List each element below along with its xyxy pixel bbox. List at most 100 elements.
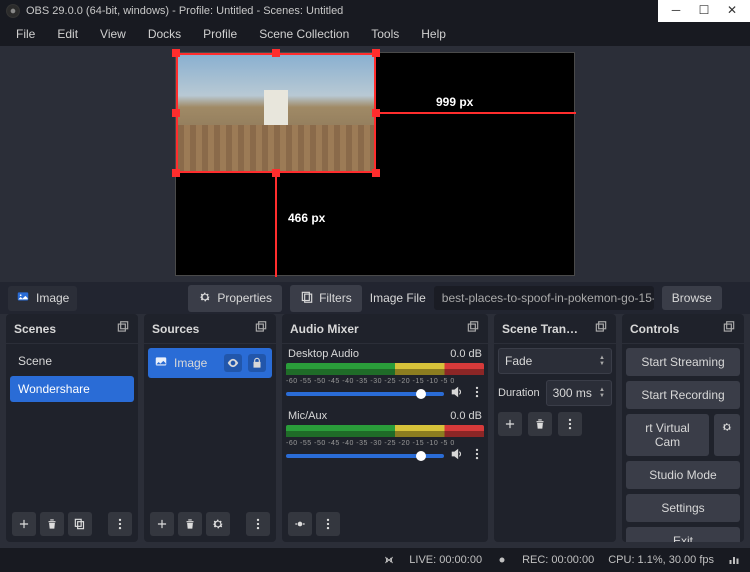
channel-name: Desktop Audio [288,348,359,360]
start-streaming-button[interactable]: Start Streaming [626,348,740,376]
menu-scene-collection[interactable]: Scene Collection [249,24,359,44]
controls-title: Controls [630,322,679,336]
menu-docks[interactable]: Docks [138,24,191,44]
source-item[interactable]: Image [148,348,272,378]
channel-db: 0.0 dB [450,410,482,422]
minimize-button[interactable]: ─ [662,0,690,20]
record-icon [496,554,508,566]
studio-mode-button[interactable]: Studio Mode [626,461,740,489]
sources-dock: Sources Image [144,314,276,542]
menu-profile[interactable]: Profile [193,24,247,44]
properties-button[interactable]: Properties [188,285,282,312]
preview-canvas[interactable]: 999 px 466 px [175,52,575,276]
source-properties-button[interactable] [206,512,230,536]
add-transition-button[interactable] [498,412,522,436]
popout-icon[interactable] [594,320,608,337]
virtual-cam-settings-button[interactable] [714,414,740,456]
menu-help[interactable]: Help [411,24,456,44]
selected-source-indicator: Image [8,286,77,311]
add-scene-button[interactable] [12,512,36,536]
popout-icon[interactable] [722,320,736,337]
transition-menu-button[interactable] [558,412,582,436]
mixer-menu-button[interactable] [316,512,340,536]
meter-ticks: -60 -55 -50 -45 -40 -35 -30 -25 -20 -15 … [286,440,484,447]
source-toolbar: Image Properties Filters Image File best… [0,282,750,314]
scene-filters-button[interactable] [68,512,92,536]
popout-icon[interactable] [254,320,268,337]
image-icon [154,355,168,372]
resize-handle[interactable] [172,49,180,57]
selected-source-label: Image [36,291,69,305]
scene-item[interactable]: Wondershare [10,376,134,402]
menu-file[interactable]: File [6,24,45,44]
popout-icon[interactable] [116,320,130,337]
selected-source-bounds[interactable] [176,53,376,173]
duration-field[interactable]: 300 ms ▲▼ [546,380,612,406]
preview-area: 999 px 466 px [0,46,750,282]
vu-meter [286,425,484,437]
properties-label: Properties [217,291,272,305]
gear-icon [198,290,212,307]
image-file-field[interactable]: best-places-to-spoof-in-pokemon-go-15-mi… [434,286,654,310]
delete-transition-button[interactable] [528,412,552,436]
resize-handle[interactable] [372,49,380,57]
settings-button[interactable]: Settings [626,494,740,522]
guide-line-horizontal [376,112,576,114]
transition-value: Fade [505,354,532,368]
meter-ticks: -60 -55 -50 -45 -40 -35 -30 -25 -20 -15 … [286,378,484,385]
stats-icon[interactable] [728,554,740,566]
window-title: OBS 29.0.0 (64-bit, windows) - Profile: … [26,5,652,17]
height-label: 466 px [288,211,325,225]
advanced-audio-button[interactable] [288,512,312,536]
scene-transitions-dock: Scene Transiti... Fade ▲▼ Duration 300 m… [494,314,616,542]
speaker-icon[interactable] [450,447,464,464]
resize-handle[interactable] [372,169,380,177]
image-icon [16,290,30,307]
duration-value: 300 ms [553,386,592,400]
start-recording-button[interactable]: Start Recording [626,381,740,409]
titlebar: OBS 29.0.0 (64-bit, windows) - Profile: … [0,0,750,22]
source-menu-button[interactable] [246,512,270,536]
close-button[interactable]: ✕ [718,0,746,20]
mixer-channel: Mic/Aux0.0 dB -60 -55 -50 -45 -40 -35 -3… [286,410,484,464]
vu-meter [286,363,484,375]
width-label: 999 px [436,95,473,109]
scenes-title: Scenes [14,322,56,336]
maximize-button[interactable]: ☐ [690,0,718,20]
sources-title: Sources [152,322,199,336]
visibility-toggle[interactable] [224,354,242,372]
exit-button[interactable]: Exit [626,527,740,542]
image-file-label: Image File [370,291,426,305]
menu-tools[interactable]: Tools [361,24,409,44]
resize-handle[interactable] [172,169,180,177]
broadcast-icon [383,554,395,566]
channel-menu-button[interactable] [470,447,484,464]
mixer-channel: Desktop Audio 0.0 dB -60 -55 -50 -45 -40 … [286,348,484,402]
channel-menu-button[interactable] [470,385,484,402]
guide-line-vertical [275,173,277,277]
browse-button[interactable]: Browse [662,286,722,310]
menu-view[interactable]: View [90,24,136,44]
virtual-cam-button[interactable]: rt Virtual Cam [626,414,709,456]
audio-mixer-dock: Audio Mixer Desktop Audio0.0 dB -60 -55 … [282,314,488,542]
resize-handle[interactable] [272,49,280,57]
add-source-button[interactable] [150,512,174,536]
volume-slider[interactable] [286,454,444,458]
resize-handle[interactable] [172,109,180,117]
filters-label: Filters [319,291,352,305]
volume-slider[interactable] [286,392,444,396]
menu-edit[interactable]: Edit [47,24,88,44]
speaker-icon[interactable] [450,385,464,402]
filters-button[interactable]: Filters [290,285,362,312]
scene-menu-button[interactable] [108,512,132,536]
lock-toggle[interactable] [248,354,266,372]
source-label: Image [174,356,218,370]
scene-item[interactable]: Scene [10,348,134,374]
transition-select[interactable]: Fade ▲▼ [498,348,612,374]
transitions-title: Scene Transiti... [502,322,584,336]
delete-scene-button[interactable] [40,512,64,536]
delete-source-button[interactable] [178,512,202,536]
popout-icon[interactable] [466,320,480,337]
channel-db: 0.0 dB [450,348,482,360]
menubar: File Edit View Docks Profile Scene Colle… [0,22,750,46]
